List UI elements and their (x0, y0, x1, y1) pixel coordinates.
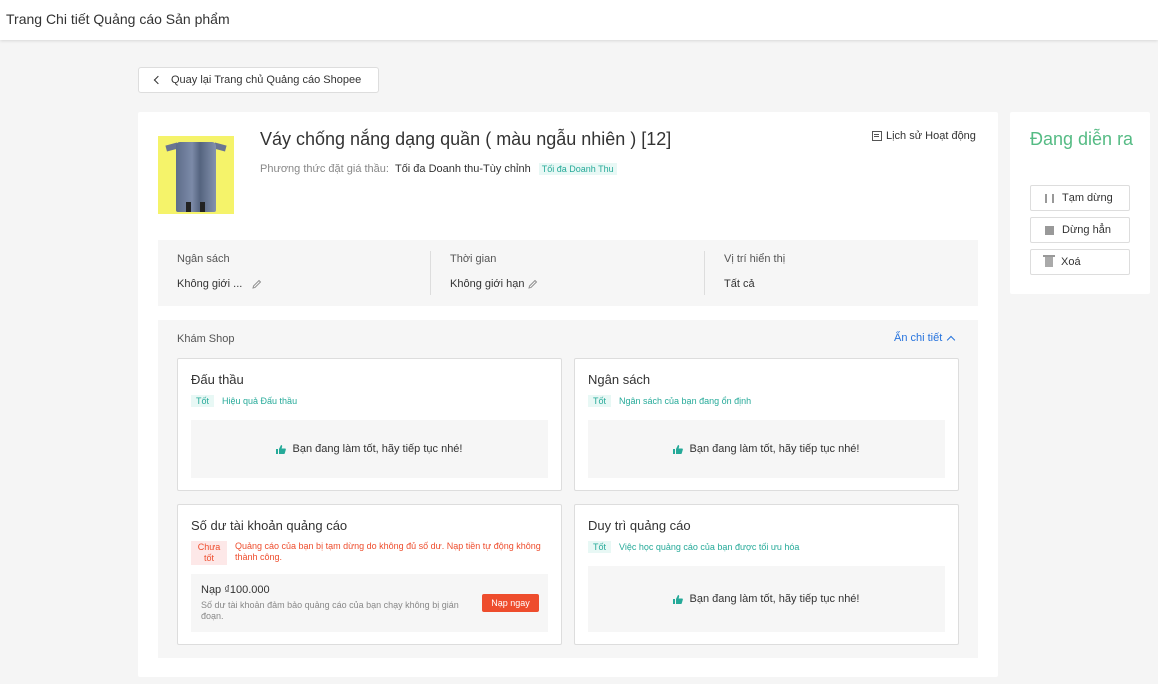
topup-now-button[interactable]: Nạp ngay (482, 594, 539, 612)
page-title: Trang Chi tiết Quảng cáo Sản phẩm (6, 11, 230, 27)
product-name: Váy chống nắng dạng quần ( màu ngẫu nhiê… (260, 129, 672, 149)
stat-time-value: Không giới hạn (450, 278, 525, 290)
topup-title: Nạp ₫100.000 (201, 584, 270, 596)
ok-message: Bạn đang làm tốt, hãy tiếp tục nhé! (689, 443, 860, 455)
stop-label: Dừng hẳn (1062, 224, 1111, 236)
status-badge: Tốt (191, 395, 215, 407)
thumbs-up-icon (673, 594, 684, 604)
product-thumbnail (158, 136, 234, 214)
insight-card-title: Đấu thầu (191, 372, 244, 387)
status-badge: Chưa tốt (191, 541, 227, 565)
status-badge: Tốt (588, 541, 612, 553)
stat-budget-label: Ngân sách (177, 253, 230, 265)
activity-history-link[interactable]: Lịch sử Hoạt động (872, 130, 976, 142)
activity-history-label: Lịch sử Hoạt động (886, 130, 976, 142)
edit-budget-icon[interactable] (252, 279, 262, 289)
stop-icon (1045, 225, 1054, 235)
stop-button[interactable]: Dừng hẳn (1030, 217, 1130, 243)
insight-desc: Ngân sách của bạn đang ổn định (619, 396, 752, 406)
insight-card-title: Số dư tài khoản quảng cáo (191, 518, 348, 533)
ok-message-panel: Bạn đang làm tốt, hãy tiếp tục nhé! (191, 420, 548, 478)
insight-desc: Quảng cáo của bạn bị tạm dừng do không đ… (235, 541, 541, 562)
insight-card-bidding: Đấu thầu Tốt Hiệu quả Đấu thầu Bạn đang … (177, 358, 562, 491)
insight-card-title: Duy trì quảng cáo (588, 518, 691, 533)
delete-label: Xoá (1061, 256, 1081, 268)
pause-button[interactable]: Tạm dừng (1030, 185, 1130, 211)
ad-detail-card: Váy chống nắng dạng quần ( màu ngẫu nhiê… (138, 112, 998, 677)
thumbs-up-icon (276, 444, 287, 454)
ok-message-panel: Bạn đang làm tốt, hãy tiếp tục nhé! (588, 420, 945, 478)
ok-message-panel: Bạn đang làm tốt, hãy tiếp tục nhé! (588, 566, 945, 632)
insight-card-title: Ngân sách (588, 372, 651, 387)
hide-details-toggle[interactable]: Ẩn chi tiết (894, 332, 956, 344)
stat-divider (704, 251, 705, 295)
topup-panel: Nạp ₫100.000 Số dư tài khoản đảm bảo quả… (191, 574, 548, 632)
stats-panel: Ngân sách Không giới ... Thời gian Không… (158, 240, 978, 306)
topup-desc: Số dư tài khoản đảm bảo quảng cáo của bạ… (201, 600, 459, 621)
ad-status-text: Đang diễn ra (1030, 129, 1134, 149)
thumbs-up-icon (673, 444, 684, 454)
ok-message: Bạn đang làm tốt, hãy tiếp tục nhé! (292, 443, 463, 455)
top-bar: Trang Chi tiết Quảng cáo Sản phẩm (0, 0, 1158, 40)
status-badge: Tốt (588, 395, 612, 407)
bid-method-value: Tối đa Doanh thu-Tùy chỉnh (394, 163, 531, 175)
hide-details-label: Ẩn chi tiết (894, 332, 943, 344)
bid-method-row: Phương thức đặt giá thầu: Tối đa Doanh t… (260, 163, 617, 175)
trash-icon (1043, 255, 1055, 267)
ok-message: Bạn đang làm tốt, hãy tiếp tục nhé! (689, 593, 860, 605)
bid-method-label: Phương thức đặt giá thầu: (260, 163, 389, 175)
back-button-label: Quay lại Trang chủ Quảng cáo Shopee (171, 74, 362, 86)
back-to-ads-home-button[interactable]: Quay lại Trang chủ Quảng cáo Shopee (138, 67, 379, 93)
insight-card-ad-balance: Số dư tài khoản quảng cáo Chưa tốt Quảng… (177, 504, 562, 645)
bid-method-tag: Tối đa Doanh Thu (538, 163, 617, 175)
pause-label: Tạm dừng (1062, 192, 1113, 204)
chevron-left-icon (153, 75, 163, 85)
edit-time-icon[interactable] (527, 279, 538, 289)
insight-desc: Hiệu quả Đấu thầu (222, 396, 298, 406)
pause-icon (1045, 193, 1054, 203)
stat-divider (430, 251, 431, 295)
stat-time-label: Thời gian (450, 253, 497, 265)
stat-placement-value: Tất cả (724, 278, 755, 290)
ad-status-card: Đang diễn ra Tạm dừng Dừng hẳn Xoá (1010, 112, 1150, 294)
chevron-up-icon (947, 335, 956, 344)
stat-placement-label: Vị trí hiển thị (724, 253, 786, 265)
history-icon (872, 131, 882, 141)
delete-button[interactable]: Xoá (1030, 249, 1130, 275)
insight-desc: Việc học quảng cáo của bạn được tối ưu h… (619, 542, 800, 552)
shop-insights-panel: Khám Shop Ẩn chi tiết Đấu thầu Tốt Hiệu … (158, 320, 978, 658)
insight-card-maintain-ads: Duy trì quảng cáo Tốt Việc học quảng cáo… (574, 504, 959, 645)
stat-budget-value: Không giới ... (177, 278, 243, 290)
shop-insights-title: Khám Shop (177, 333, 235, 345)
insight-card-budget: Ngân sách Tốt Ngân sách của bạn đang ổn … (574, 358, 959, 491)
